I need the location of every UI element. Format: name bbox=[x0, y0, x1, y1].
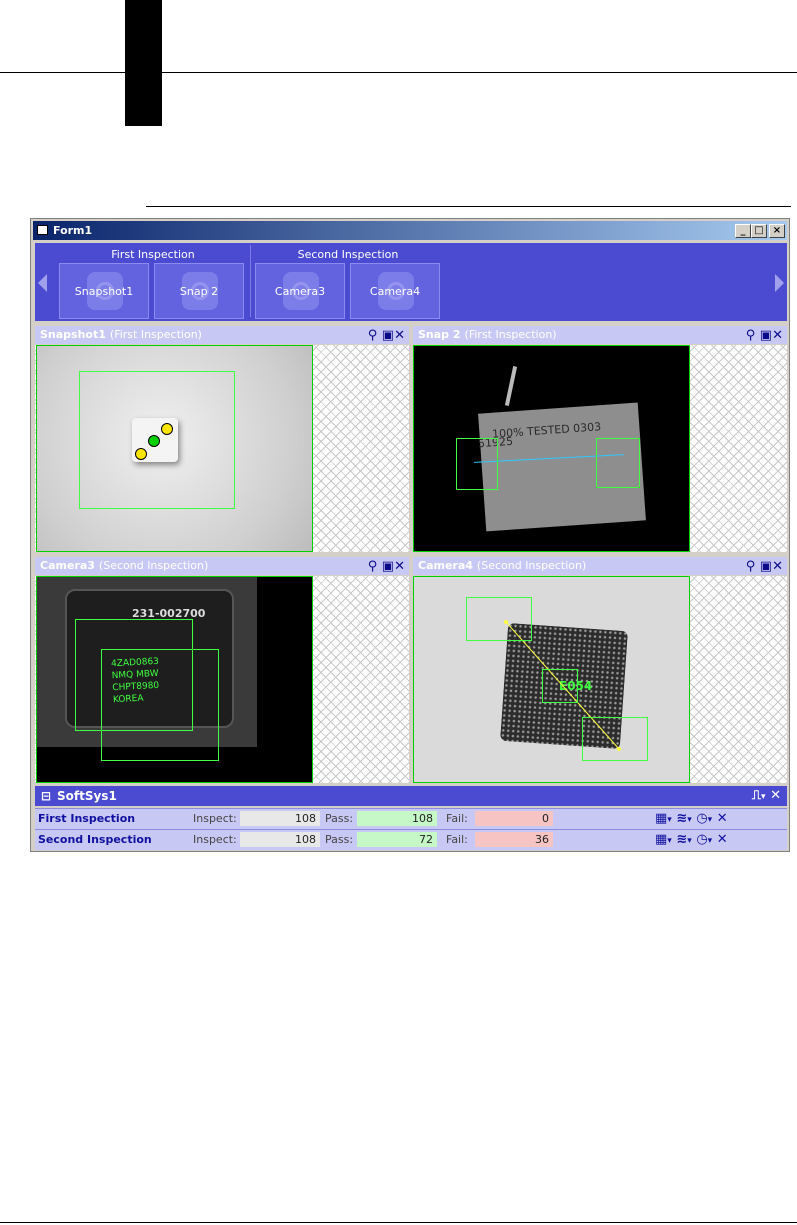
pass-count: 108 bbox=[357, 811, 437, 826]
tile-label: Camera3 bbox=[274, 285, 326, 298]
inspection-name: First Inspection bbox=[38, 812, 136, 825]
system-name: SoftSys1 bbox=[57, 789, 117, 803]
inspection-name: Second Inspection bbox=[38, 833, 152, 846]
scroll-right-icon[interactable] bbox=[775, 274, 784, 292]
roi-box[interactable] bbox=[456, 438, 498, 490]
tile-label: Camera4 bbox=[369, 285, 421, 298]
fail-count: 0 bbox=[475, 811, 553, 826]
page-top-rule bbox=[0, 72, 797, 73]
dropdown-icon[interactable]: ▾ bbox=[687, 815, 692, 825]
dropdown-icon[interactable]: ▾ bbox=[687, 836, 692, 846]
group-label-first-inspection: First Inspection bbox=[111, 248, 195, 261]
panel-name: Camera4 bbox=[418, 559, 473, 572]
pass-count: 72 bbox=[357, 832, 437, 847]
inspect-count: 108 bbox=[240, 811, 320, 826]
app-icon bbox=[37, 225, 48, 235]
roi-box[interactable] bbox=[542, 669, 578, 703]
dropdown-icon[interactable]: ▾ bbox=[667, 836, 672, 846]
zoom-icon[interactable]: ⚲ bbox=[368, 328, 378, 343]
chapter-tab bbox=[125, 0, 162, 126]
filter-icon[interactable]: ≋ bbox=[676, 832, 687, 847]
tile-snap2[interactable]: Snap 2 bbox=[154, 263, 244, 319]
zoom-icon[interactable]: ⚲ bbox=[746, 559, 756, 574]
dropdown-icon[interactable]: ▾ bbox=[708, 836, 713, 846]
tile-label: Snapshot1 bbox=[74, 285, 134, 298]
part-lead bbox=[504, 366, 518, 406]
tools-icon[interactable]: ✕ bbox=[717, 832, 728, 847]
save-icon[interactable]: ▣ bbox=[382, 328, 394, 343]
figure-top-rule bbox=[146, 206, 791, 207]
fail-count: 36 bbox=[475, 832, 553, 847]
save-icon[interactable]: ▣ bbox=[760, 328, 772, 343]
inspect-count: 108 bbox=[240, 832, 320, 847]
inspect-label: Inspect: bbox=[193, 812, 237, 825]
panel-header-camera3: Camera3 (Second Inspection) ⚲ ▣✕ bbox=[35, 557, 409, 575]
panel-name: Snapshot1 bbox=[40, 328, 106, 341]
tools-icon[interactable]: ✕ bbox=[772, 328, 783, 343]
dropdown-icon[interactable]: ▾ bbox=[761, 792, 766, 802]
filter-icon[interactable]: ≋ bbox=[676, 811, 687, 826]
tile-snapshot1[interactable]: Snapshot1 bbox=[59, 263, 149, 319]
group-separator bbox=[250, 245, 251, 317]
inspection-row: First Inspection Inspect: 108 Pass: 108 … bbox=[35, 808, 787, 829]
app-window: Form1 _ □ × First Inspection Second Insp… bbox=[30, 218, 790, 852]
close-button[interactable]: × bbox=[769, 224, 785, 238]
panel-name: Camera3 bbox=[40, 559, 95, 572]
roi-box[interactable] bbox=[79, 371, 235, 509]
panel-name: Snap 2 bbox=[418, 328, 461, 341]
panel-header-snapshot1: Snapshot1 (First Inspection) ⚲ ▣✕ bbox=[35, 326, 409, 344]
image-view-camera3[interactable]: 231-002700 4ZAD0863 NMQ MBW CHPT8980 KOR… bbox=[36, 576, 313, 783]
clock-icon[interactable]: ◷ bbox=[696, 811, 707, 826]
panel-inspection: (First Inspection) bbox=[109, 328, 202, 341]
page-bottom-rule bbox=[0, 1222, 797, 1223]
inspection-row: Second Inspection Inspect: 108 Pass: 72 … bbox=[35, 829, 787, 850]
panel-inspection: (First Inspection) bbox=[464, 328, 557, 341]
title-bar[interactable]: Form1 _ □ × bbox=[33, 221, 787, 240]
roi-box[interactable] bbox=[582, 717, 648, 761]
tools-icon[interactable]: ✕ bbox=[394, 559, 405, 574]
maximize-button[interactable]: □ bbox=[751, 224, 767, 238]
inspection-ribbon: First Inspection Second Inspection Snaps… bbox=[35, 243, 787, 321]
panel-header-snap2: Snap 2 (First Inspection) ⚲ ▣✕ bbox=[413, 326, 787, 344]
save-icon[interactable]: ▣ bbox=[760, 559, 772, 574]
scroll-left-icon[interactable] bbox=[38, 274, 47, 292]
tile-label: Snap 2 bbox=[179, 285, 219, 298]
dropdown-icon[interactable]: ▾ bbox=[667, 815, 672, 825]
fail-label: Fail: bbox=[446, 812, 468, 825]
trigger-icon[interactable]: ⎍ bbox=[752, 788, 761, 803]
tools-icon[interactable]: ✕ bbox=[772, 559, 783, 574]
image-view-camera4[interactable]: E054 bbox=[413, 576, 690, 783]
clock-icon[interactable]: ◷ bbox=[696, 832, 707, 847]
roi-box[interactable] bbox=[596, 438, 640, 488]
collapse-icon[interactable]: ⊟ bbox=[41, 786, 51, 806]
inspect-label: Inspect: bbox=[193, 833, 237, 846]
pass-label: Pass: bbox=[325, 812, 354, 825]
tools-icon[interactable]: ✕ bbox=[717, 811, 728, 826]
panel-header-camera4: Camera4 (Second Inspection) ⚲ ▣✕ bbox=[413, 557, 787, 575]
roi-box[interactable] bbox=[101, 649, 219, 761]
table-icon[interactable]: ▦ bbox=[655, 811, 667, 826]
tile-camera4[interactable]: Camera4 bbox=[350, 263, 440, 319]
tools-icon[interactable]: ✕ bbox=[770, 788, 781, 803]
dropdown-icon[interactable]: ▾ bbox=[708, 815, 713, 825]
minimize-button[interactable]: _ bbox=[735, 224, 751, 238]
fail-label: Fail: bbox=[446, 833, 468, 846]
system-header: ⊟ SoftSys1 ⎍▾ ✕ bbox=[35, 786, 787, 806]
zoom-icon[interactable]: ⚲ bbox=[368, 559, 378, 574]
image-view-snapshot1[interactable] bbox=[36, 345, 313, 552]
zoom-icon[interactable]: ⚲ bbox=[746, 328, 756, 343]
window-title: Form1 bbox=[53, 224, 93, 237]
group-label-second-inspection: Second Inspection bbox=[297, 248, 399, 261]
image-view-snap2[interactable]: 100% TESTED 0303 51925 bbox=[413, 345, 690, 552]
panel-inspection: (Second Inspection) bbox=[476, 559, 587, 572]
table-icon[interactable]: ▦ bbox=[655, 832, 667, 847]
save-icon[interactable]: ▣ bbox=[382, 559, 394, 574]
pass-label: Pass: bbox=[325, 833, 354, 846]
roi-box[interactable] bbox=[466, 597, 532, 641]
tools-icon[interactable]: ✕ bbox=[394, 328, 405, 343]
panel-inspection: (Second Inspection) bbox=[98, 559, 209, 572]
tile-camera3[interactable]: Camera3 bbox=[255, 263, 345, 319]
